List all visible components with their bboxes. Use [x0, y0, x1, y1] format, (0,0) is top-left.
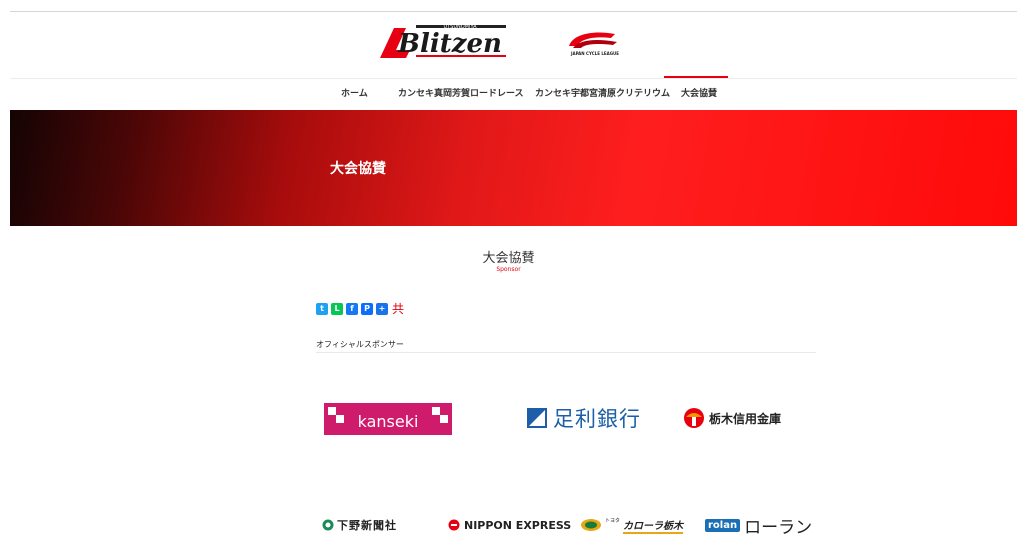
- tochishin-mark-icon: [684, 408, 704, 428]
- hero-title: 大会協賛: [330, 161, 386, 177]
- blitzen-logo[interactable]: UTSUNOMIYA Blitzen: [376, 22, 512, 62]
- kanseki-square-1: [328, 407, 336, 415]
- corolla-mark-icon: [581, 519, 601, 531]
- kanseki-square-2: [336, 415, 344, 423]
- category-divider: [316, 352, 816, 353]
- hero-banner: 大会協賛: [10, 110, 1017, 226]
- sponsor-logo-ashikaga-bank[interactable]: 足利銀行: [527, 404, 641, 432]
- nav-item-sponsor[interactable]: 大会協賛: [681, 86, 717, 99]
- rolan-text: ローラン: [744, 517, 813, 538]
- pocket-icon[interactable]: P: [361, 302, 373, 315]
- nippon-express-text: NIPPON EXPRESS: [464, 518, 572, 532]
- section-title: 大会協賛: [482, 251, 535, 266]
- top-divider: [10, 11, 1017, 12]
- sponsor-logo-tochigi-shinkin[interactable]: 栃木信用金庫: [683, 406, 781, 430]
- section-subtitle: Sponsor: [496, 266, 521, 273]
- category-title: オフィシャルスポンサー: [316, 340, 404, 349]
- main-nav: ホーム カンセキ真岡芳賀ロードレース カンセキ宇都宮清原クリテリウム 大会協賛: [0, 86, 1017, 106]
- nav-item-home[interactable]: ホーム: [341, 86, 368, 99]
- corolla-small-text: トヨタ: [605, 517, 621, 524]
- facebook-icon[interactable]: f: [346, 302, 358, 315]
- share-label[interactable]: 共: [392, 300, 404, 317]
- kanseki-square-4: [440, 415, 448, 423]
- corolla-text: カローラ栃木: [623, 517, 684, 534]
- jcl-logo[interactable]: JAPAN CYCLE LEAGUE: [563, 28, 623, 58]
- shimono-mark-icon: [322, 519, 334, 531]
- sponsor-logo-nippon-express[interactable]: NIPPON EXPRESS: [448, 515, 571, 535]
- nippon-express-mark-icon: [448, 519, 460, 531]
- ashikaga-mark-icon: [527, 408, 547, 428]
- nav-item-kiyohara-criterium[interactable]: カンセキ宇都宮清原クリテリウム: [535, 86, 670, 99]
- ashikaga-text: 足利銀行: [553, 407, 641, 431]
- sponsor-logo-kanseki[interactable]: kanseki: [324, 403, 452, 435]
- sponsor-logo-shimotsuke-shimbun[interactable]: 下野新聞社: [322, 515, 397, 535]
- blitzen-logo-text: Blitzen: [397, 29, 502, 59]
- sponsor-logo-rolan[interactable]: rolan ローラン: [705, 515, 813, 538]
- twitter-icon[interactable]: t: [316, 302, 328, 315]
- rolan-box-text: rolan: [705, 518, 741, 532]
- tochishin-text: 栃木信用金庫: [709, 411, 782, 426]
- kanseki-square-3: [432, 407, 440, 415]
- nav-divider: [10, 78, 1017, 79]
- nav-item-moka-haga-road-race[interactable]: カンセキ真岡芳賀ロードレース: [398, 86, 524, 99]
- share-buttons: t L f P + 共: [316, 300, 404, 317]
- blitzen-underline: [416, 55, 506, 57]
- addthis-icon[interactable]: +: [376, 302, 388, 315]
- kanseki-text: kanseki: [358, 412, 419, 431]
- sponsor-logo-corolla-tochigi[interactable]: トヨタ カローラ栃木: [580, 515, 684, 535]
- shimono-text: 下野新聞社: [337, 519, 397, 532]
- nav-active-indicator: [664, 76, 728, 78]
- line-icon[interactable]: L: [331, 302, 343, 315]
- jcl-logo-text: JAPAN CYCLE LEAGUE: [570, 51, 619, 56]
